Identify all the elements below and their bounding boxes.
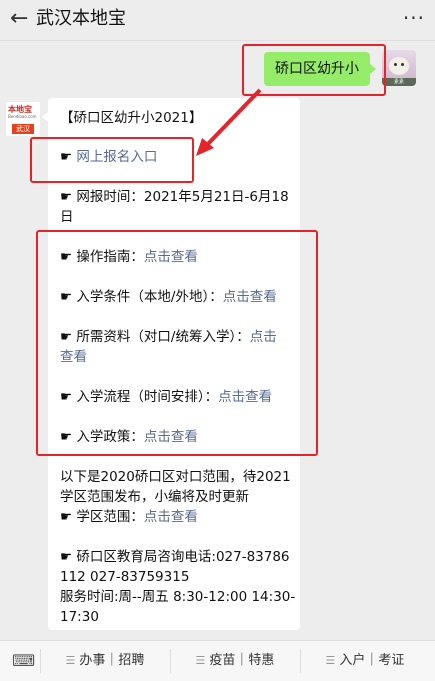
back-arrow-icon[interactable]: ← bbox=[10, 8, 28, 30]
scope-link[interactable]: 点击查看 bbox=[144, 509, 198, 525]
arrow-shaft bbox=[202, 88, 262, 150]
phone-line-1: ☛ 硚口区教育局咨询电话:027-83786 bbox=[60, 549, 290, 565]
scope-item: ☛ 学区范围：点击查看 bbox=[60, 507, 198, 527]
note-line-1: 以下是2020硚口区对口范围，待2021 bbox=[60, 469, 291, 485]
menu-label: 入户｜考证 bbox=[339, 653, 405, 668]
menu-lines-icon: ☰ bbox=[325, 654, 336, 667]
message-title: 【硚口区幼升小2021】 bbox=[60, 110, 203, 126]
keyboard-icon[interactable]: ⌨ bbox=[12, 651, 35, 670]
bot-city-badge: 武汉 bbox=[12, 124, 34, 134]
menu-lines-icon: ☰ bbox=[65, 654, 76, 667]
menu-lines-icon: ☰ bbox=[195, 654, 206, 667]
time-line-2: 日 bbox=[60, 209, 74, 225]
highlight-box-register bbox=[30, 137, 194, 183]
avatar-eye-right bbox=[401, 63, 404, 66]
bottom-menu-bar: ⌨ ☰ 办事｜招聘 ☰ 疫苗｜特惠 ☰ 入户｜考证 bbox=[0, 640, 435, 681]
pointing-hand-icon: ☛ bbox=[60, 509, 73, 525]
highlight-box-items bbox=[36, 230, 318, 456]
hours-line-1: 服务时间:周--周五 8:30-12:00 14:30- bbox=[60, 589, 296, 605]
bot-logo-sub: Bendibao.com bbox=[8, 114, 37, 119]
more-options-icon[interactable]: ··· bbox=[403, 6, 425, 30]
avatar-face bbox=[389, 57, 409, 75]
avatar-eye-left bbox=[394, 63, 397, 66]
menu-label: 办事｜招聘 bbox=[79, 653, 145, 668]
menu-item-residence[interactable]: ☰ 入户｜考证 bbox=[300, 641, 430, 681]
chat-header: ← 武汉本地宝 ··· bbox=[0, 0, 435, 41]
note-line-2: 学区范围发布，小编将及时更新 bbox=[60, 489, 249, 505]
menu-item-services[interactable]: ☰ 办事｜招聘 bbox=[40, 641, 170, 681]
phone-line-2: 112 027-83759315 bbox=[60, 569, 190, 585]
chat-title: 武汉本地宝 bbox=[36, 8, 126, 29]
avatar-caption: 素素 bbox=[382, 78, 416, 86]
red-arrow-annotation bbox=[196, 88, 262, 156]
scope-label: 学区范围： bbox=[76, 509, 144, 525]
bot-avatar[interactable]: 本地宝 Bendibao.com 武汉 bbox=[6, 102, 40, 136]
hours-line-2: 17:30 bbox=[60, 609, 99, 625]
menu-item-vaccine[interactable]: ☰ 疫苗｜特惠 bbox=[170, 641, 300, 681]
menu-label: 疫苗｜特惠 bbox=[209, 653, 275, 668]
time-line-1: ☛ 网报时间：2021年5月21日-6月18 bbox=[60, 189, 289, 205]
user-avatar[interactable]: 素素 bbox=[382, 50, 416, 86]
